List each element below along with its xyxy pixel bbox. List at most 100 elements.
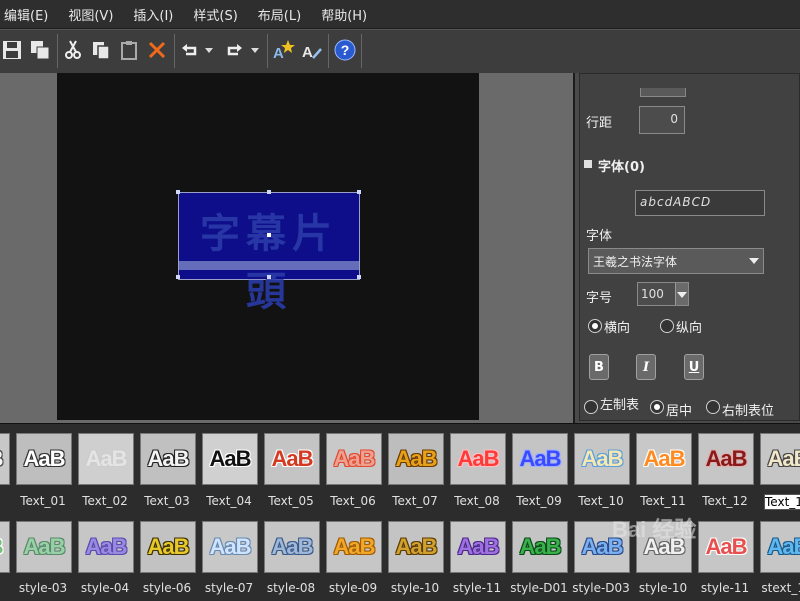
menu-insert[interactable]: 插入(I) xyxy=(133,5,173,24)
style-preset-caption: style-07 xyxy=(204,581,254,595)
preset-caption: Text_06 xyxy=(330,494,376,508)
save-button[interactable] xyxy=(0,38,24,62)
resize-handle[interactable] xyxy=(267,190,271,194)
style-preset-caption: style-06 xyxy=(142,581,192,595)
style-preset-thumbnail[interactable]: AaB xyxy=(78,521,134,573)
undo-icon xyxy=(182,44,197,56)
preset-thumbnail[interactable]: AaB xyxy=(760,433,800,485)
preset-thumbnail[interactable]: AaB xyxy=(636,433,692,485)
style-preset-thumbnail[interactable]: AaB xyxy=(140,521,196,573)
resize-handle[interactable] xyxy=(176,275,180,279)
menu-edit[interactable]: 编辑(E) xyxy=(4,5,48,24)
font-family-value: 王羲之书法字体 xyxy=(593,255,678,269)
style-presets-panel: AaB AaB Text_01 AaB Text_02 AaB Text_03 AaB Text… xyxy=(0,423,800,601)
style-preset-thumbnail[interactable]: AaB xyxy=(16,521,72,573)
copy-button[interactable] xyxy=(89,38,113,62)
help-icon: ? xyxy=(334,39,356,61)
delete-button[interactable] xyxy=(145,38,169,62)
style-preset-thumbnail[interactable]: AaB xyxy=(450,521,506,573)
style-preset-thumbnail[interactable]: AaB xyxy=(512,521,568,573)
bold-button[interactable]: B xyxy=(589,354,609,380)
style-preset-thumbnail[interactable]: AaB xyxy=(326,521,382,573)
font-size-select[interactable]: 100 xyxy=(637,282,689,306)
horizontal-radio[interactable] xyxy=(588,319,602,333)
thumbnail-sample-text: AaB xyxy=(209,534,251,559)
preset-thumbnail[interactable]: AaB xyxy=(140,433,196,485)
dropdown-arrow-icon xyxy=(205,48,213,53)
resize-handle[interactable] xyxy=(357,190,361,194)
font-size-dropdown[interactable] xyxy=(675,283,688,305)
resize-handle[interactable] xyxy=(357,275,361,279)
style-preset-thumbnail[interactable]: AaB xyxy=(264,521,320,573)
style-preset-thumbnail[interactable]: AaB xyxy=(760,521,800,573)
chevron-down-icon xyxy=(677,292,687,298)
preset-thumbnail[interactable]: AaB xyxy=(512,433,568,485)
thumbnail-sample-text: AaB xyxy=(333,446,375,471)
line-spacing-input[interactable]: 0 xyxy=(639,106,685,134)
preset-thumbnail[interactable]: AaB xyxy=(450,433,506,485)
dropdown-arrow-icon xyxy=(251,48,259,53)
preset-thumbnail[interactable]: AaB xyxy=(78,433,134,485)
font-family-select[interactable]: 王羲之书法字体 xyxy=(588,248,764,274)
cut-button[interactable] xyxy=(61,38,85,62)
menu-style[interactable]: 样式(S) xyxy=(193,5,237,24)
style-preset-caption: style-11 xyxy=(452,581,502,595)
collapse-toggle-icon[interactable] xyxy=(584,160,592,168)
align-center-radio[interactable] xyxy=(650,400,664,414)
italic-button[interactable]: I xyxy=(636,354,656,380)
style-preset-caption: style-03 xyxy=(18,581,68,595)
preset-thumbnail[interactable]: AaB xyxy=(202,433,258,485)
underline-button[interactable]: U xyxy=(684,354,704,380)
thumbnail-sample-text: AaB xyxy=(519,534,561,559)
menu-layout[interactable]: 布局(L) xyxy=(258,5,301,24)
undo-button[interactable] xyxy=(178,38,202,62)
redo-button[interactable] xyxy=(222,38,246,62)
properties-content: 行距 0 字体(0) abcdABCD 字体 王羲之书法字体 字号 100 横向… xyxy=(579,73,800,421)
title-text-box[interactable]: 字幕片頭 xyxy=(176,190,361,315)
thumbnail-sample-text: AaB xyxy=(581,446,623,471)
thumbnail-sample-text: AaB xyxy=(643,446,685,471)
style-preset-thumbnail[interactable]: AaB xyxy=(388,521,444,573)
resize-handle[interactable] xyxy=(176,190,180,194)
preset-thumbnail[interactable]: AaB xyxy=(264,433,320,485)
text-star-icon: A xyxy=(273,40,295,61)
menu-view[interactable]: 视图(V) xyxy=(68,5,113,24)
vertical-radio[interactable] xyxy=(660,319,674,333)
paste-icon xyxy=(121,41,137,60)
toolbar: A A ? xyxy=(0,29,800,74)
align-right-label: 右制表位 xyxy=(722,404,775,419)
text-format-button[interactable]: A xyxy=(300,38,324,62)
thumbnail-sample-text: AaB xyxy=(767,534,800,559)
preset-thumbnail[interactable]: AaB xyxy=(388,433,444,485)
menu-help[interactable]: 帮助(H) xyxy=(321,5,367,24)
style-preset-caption: style-08 xyxy=(266,581,316,595)
preset-thumbnail[interactable]: AaB xyxy=(574,433,630,485)
preset-thumbnail[interactable]: AaB xyxy=(16,433,72,485)
text-pen-icon: A xyxy=(302,44,322,61)
move-handle[interactable] xyxy=(267,233,271,237)
resize-handle[interactable] xyxy=(267,275,271,279)
thumbnail-sample-text: AaB xyxy=(395,534,437,559)
scissors-icon xyxy=(65,40,81,59)
preview-canvas[interactable]: 字幕片頭 xyxy=(57,73,479,420)
preset-thumbnail[interactable]: AaB xyxy=(698,433,754,485)
help-button[interactable]: ? xyxy=(333,38,357,62)
save-all-button[interactable] xyxy=(28,38,52,62)
thumbnail-sample-text: AaB xyxy=(0,446,4,472)
font-size-value: 100 xyxy=(641,287,664,301)
style-preset-thumbnail[interactable]: AaB xyxy=(698,521,754,573)
thumbnail-sample-text: AaB xyxy=(395,446,437,471)
align-center-label: 居中 xyxy=(666,404,693,419)
style-preset-thumbnail[interactable]: AaB xyxy=(0,521,10,573)
redo-dropdown[interactable] xyxy=(248,38,262,62)
undo-dropdown[interactable] xyxy=(202,38,216,62)
preset-thumbnail[interactable]: AaB xyxy=(326,433,382,485)
align-left-radio[interactable] xyxy=(584,400,598,414)
style-preset-thumbnail[interactable]: AaB xyxy=(202,521,258,573)
collapsed-field[interactable] xyxy=(640,88,686,97)
preset-thumbnail[interactable]: AaB xyxy=(0,433,10,485)
align-right-radio[interactable] xyxy=(706,400,720,414)
text-effect-button[interactable]: A xyxy=(272,38,296,62)
paste-button[interactable] xyxy=(117,38,141,62)
style-preset-caption: style-D01 xyxy=(510,581,568,595)
